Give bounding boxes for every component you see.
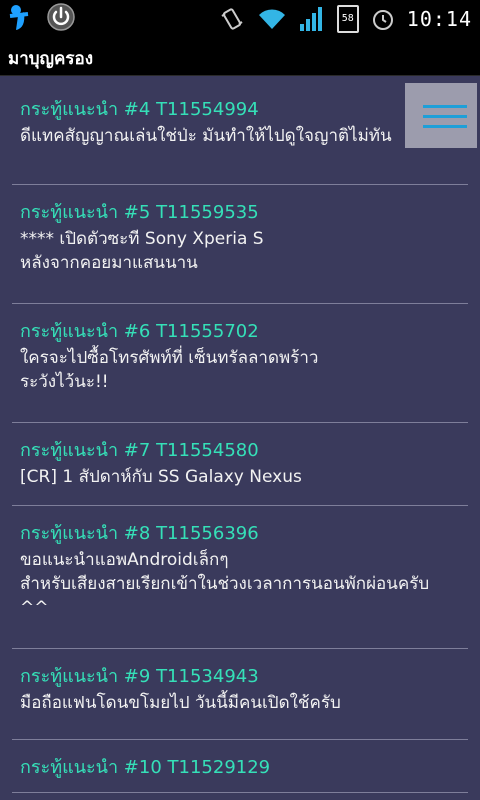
app-title: มาบุญครอง xyxy=(8,49,94,69)
thread-body: [CR] 1 สัปดาห์กับ SS Galaxy Nexus xyxy=(20,467,302,487)
thread-item[interactable]: กระทู้แนะนำ #4 T11554994 ดีแทคสัญญาณเล่นใ… xyxy=(12,76,468,185)
thread-heading: กระทู้แนะนำ #9 T11534943 xyxy=(20,666,259,687)
thread-item[interactable]: กระทู้แนะนำ #6 T11555702 ใครจะไปซื้อโทรศั… xyxy=(12,304,468,423)
thread-body: ขอแนะนำแอพAndroidเล็กๆ สำหรับเสียงสายเรี… xyxy=(20,550,430,618)
hamburger-menu-icon xyxy=(423,105,467,129)
thread-item[interactable]: กระทู้แนะนำ #8 T11556396 ขอแนะนำแอพAndroi… xyxy=(12,506,468,649)
menu-button[interactable] xyxy=(405,83,477,148)
signal-icon xyxy=(299,7,322,31)
vibrate-icon xyxy=(221,8,243,30)
thread-heading: กระทู้แนะนำ #6 T11555702 xyxy=(20,321,259,342)
thread-list[interactable]: กระทู้แนะนำ #4 T11554994 ดีแทคสัญญาณเล่นใ… xyxy=(0,76,480,800)
thread-heading: กระทู้แนะนำ #4 T11554994 xyxy=(20,99,259,120)
thread-body: ดีแทคสัญญาณเล่นใช่ป่ะ มันทำให้ไปดูใจญาติ… xyxy=(20,126,392,146)
status-left xyxy=(6,2,76,32)
thread-item[interactable]: กระทู้แนะนำ #7 T11554580 [CR] 1 สัปดาห์กั… xyxy=(12,423,468,506)
power-icon[interactable] xyxy=(46,2,76,32)
clock: 10:14 xyxy=(406,7,472,31)
status-bar: 58 10:14 xyxy=(0,0,480,38)
thread-item[interactable]: กระทู้แนะนำ #5 T11559535 **** เปิดตัวซะที… xyxy=(12,185,468,304)
thread-heading: กระทู้แนะนำ #5 T11559535 xyxy=(20,202,259,223)
thread-heading: กระทู้แนะนำ #10 T11529129 xyxy=(20,757,271,778)
thread-body: มือถือแฟนโดนขโมยไป วันนี้มีคนเปิดใช้ครับ xyxy=(20,693,341,713)
thread-item[interactable]: กระทู้แนะนำ #10 T11529129 xyxy=(12,740,468,793)
app-bar: มาบุญครอง xyxy=(0,38,480,76)
battery-icon: 58 xyxy=(336,5,359,33)
thread-item[interactable]: กระทู้แนะนำ #9 T11534943 มือถือแฟนโดนขโมย… xyxy=(12,649,468,740)
thread-heading: กระทู้แนะนำ #7 T11554580 xyxy=(20,440,259,461)
thread-heading: กระทู้แนะนำ #8 T11556396 xyxy=(20,523,259,544)
carrier-logo-icon xyxy=(9,5,29,30)
status-right: 58 10:14 xyxy=(219,0,472,38)
wifi-icon xyxy=(258,9,285,29)
alarm-icon xyxy=(372,10,393,30)
battery-level: 58 xyxy=(341,13,354,24)
thread-body: **** เปิดตัวซะที Sony Xperia S หลังจากคอ… xyxy=(20,229,264,273)
thread-body: ใครจะไปซื้อโทรศัพท์ที่ เซ็นทรัลลาดพร้าว … xyxy=(20,348,319,392)
